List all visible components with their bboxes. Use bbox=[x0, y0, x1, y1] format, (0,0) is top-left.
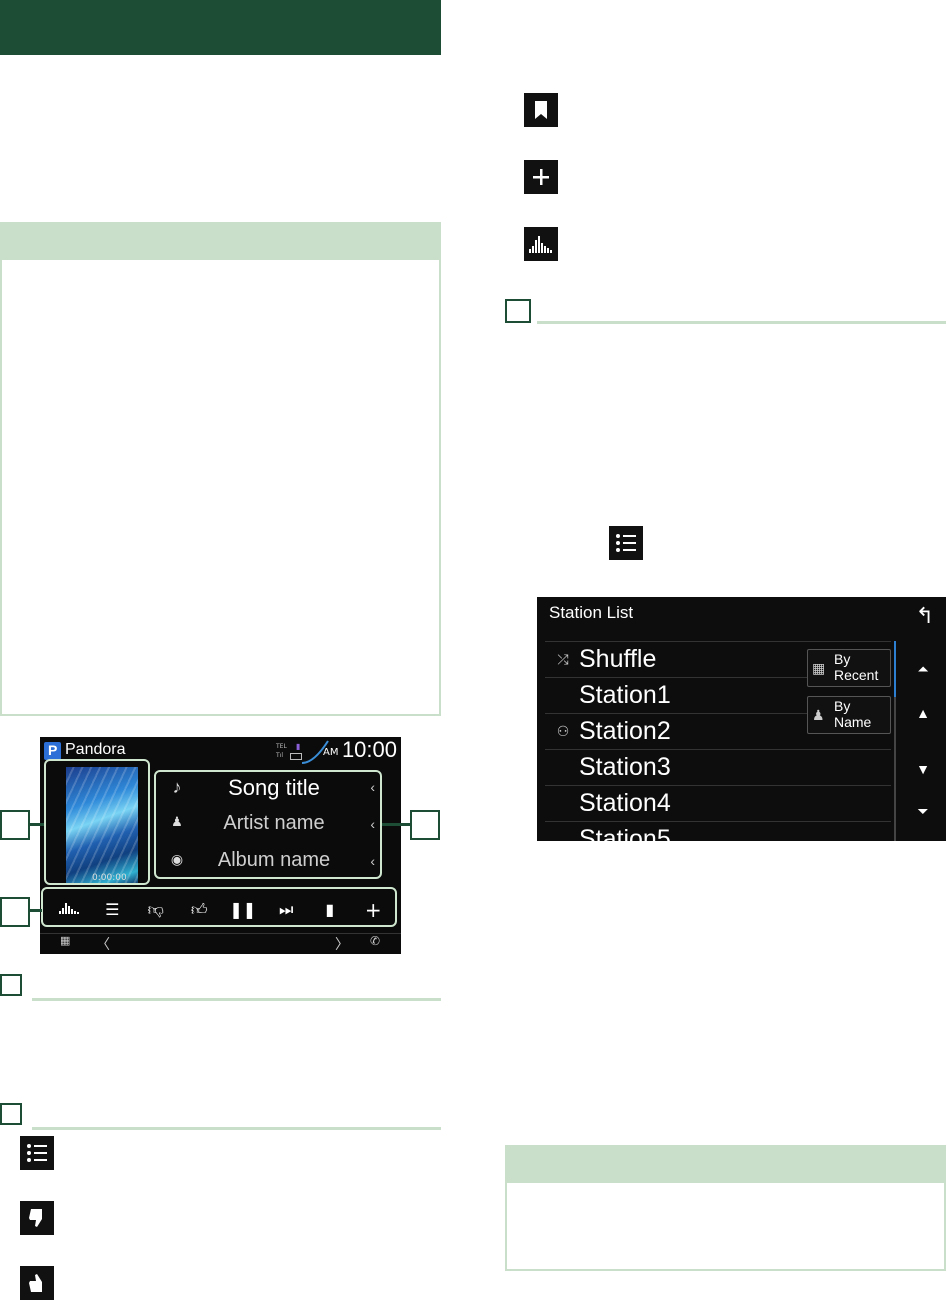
scroll-up-icon[interactable]: ▲ bbox=[911, 705, 935, 721]
sort-recent-line1: By bbox=[834, 651, 851, 667]
phone-icon[interactable]: ✆ bbox=[370, 934, 380, 948]
home-grid-icon[interactable]: ▦ bbox=[60, 934, 70, 947]
scroll-down-icon[interactable]: ▼ bbox=[911, 761, 935, 777]
section-rule bbox=[537, 321, 946, 324]
callout-frame-controls bbox=[41, 887, 397, 927]
note-box bbox=[505, 1145, 946, 1271]
section-number-box bbox=[0, 974, 22, 996]
callout-leader bbox=[30, 823, 44, 826]
back-arrow-icon[interactable]: ↰ bbox=[916, 603, 934, 629]
callout-number-box bbox=[410, 810, 440, 840]
station-row[interactable]: Station3 bbox=[545, 749, 891, 786]
sort-recent-line2: Recent bbox=[834, 667, 879, 683]
section-header bbox=[505, 299, 946, 329]
thumbs-down-icon bbox=[20, 1201, 54, 1235]
callout-leader bbox=[30, 909, 42, 912]
section-header bbox=[0, 1103, 441, 1133]
page-header-bar bbox=[0, 0, 441, 55]
bottom-bar: ▦ 〈 〉 ✆ bbox=[40, 933, 401, 954]
equalizer-icon bbox=[524, 227, 558, 261]
bookmark-icon bbox=[524, 93, 558, 127]
station-label: Station2 bbox=[579, 717, 671, 745]
section-rule bbox=[32, 998, 441, 1001]
note-box-header bbox=[507, 1147, 944, 1183]
note-box-header bbox=[2, 224, 439, 260]
callout-frame-art bbox=[44, 759, 150, 885]
thumbs-up-icon bbox=[20, 1266, 54, 1300]
scrollbar-thumb[interactable] bbox=[894, 641, 896, 697]
station-label: Station1 bbox=[579, 681, 671, 709]
station-label: Station5 bbox=[579, 825, 671, 841]
station-label: Station3 bbox=[579, 753, 671, 781]
sort-by-recent-button[interactable]: ▦ By Recent bbox=[807, 649, 891, 687]
list-icon bbox=[20, 1136, 54, 1170]
callout-number-box bbox=[0, 897, 30, 927]
callout-number-box bbox=[0, 810, 30, 840]
sort-name-line2: Name bbox=[834, 714, 872, 730]
chevron-left-icon[interactable]: 〈 bbox=[96, 934, 110, 954]
note-box bbox=[0, 222, 441, 716]
add-icon bbox=[524, 160, 558, 194]
calendar-icon: ▦ bbox=[812, 660, 826, 676]
station-row[interactable]: Station5 bbox=[545, 821, 891, 841]
shuffle-icon: ⤮ bbox=[557, 651, 569, 667]
scroll-top-icon[interactable]: ⏶ bbox=[911, 661, 935, 678]
sort-name-line1: By bbox=[834, 698, 851, 714]
section-number-box bbox=[0, 1103, 22, 1125]
section-header bbox=[0, 974, 441, 1004]
station-list-screen: Station List ↰ ⤮ Shuffle Station1 ⚇ Stat… bbox=[537, 597, 946, 841]
list-icon bbox=[609, 526, 643, 560]
section-rule bbox=[32, 1127, 441, 1130]
station-label: Station4 bbox=[579, 789, 671, 817]
shared-station-icon: ⚇ bbox=[556, 723, 570, 739]
section-number-box bbox=[505, 299, 531, 323]
station-row[interactable]: Station4 bbox=[545, 785, 891, 822]
sort-by-name-button[interactable]: ♟ By Name bbox=[807, 696, 891, 734]
chevron-right-icon[interactable]: 〉 bbox=[335, 934, 349, 954]
app-name: Pandora bbox=[65, 741, 126, 758]
clock-time: 10:00 bbox=[341, 737, 397, 762]
scroll-bottom-icon[interactable]: ⏷ bbox=[911, 803, 935, 820]
callout-frame-track bbox=[154, 770, 382, 879]
scrollbar[interactable] bbox=[894, 641, 896, 841]
station-label: Shuffle bbox=[579, 645, 657, 673]
pandora-logo-icon: P bbox=[44, 742, 61, 760]
clock-ampm: AM bbox=[323, 747, 339, 758]
station-list-title: Station List bbox=[549, 603, 634, 622]
callout-leader bbox=[382, 823, 410, 826]
person-icon: ♟ bbox=[812, 707, 825, 723]
